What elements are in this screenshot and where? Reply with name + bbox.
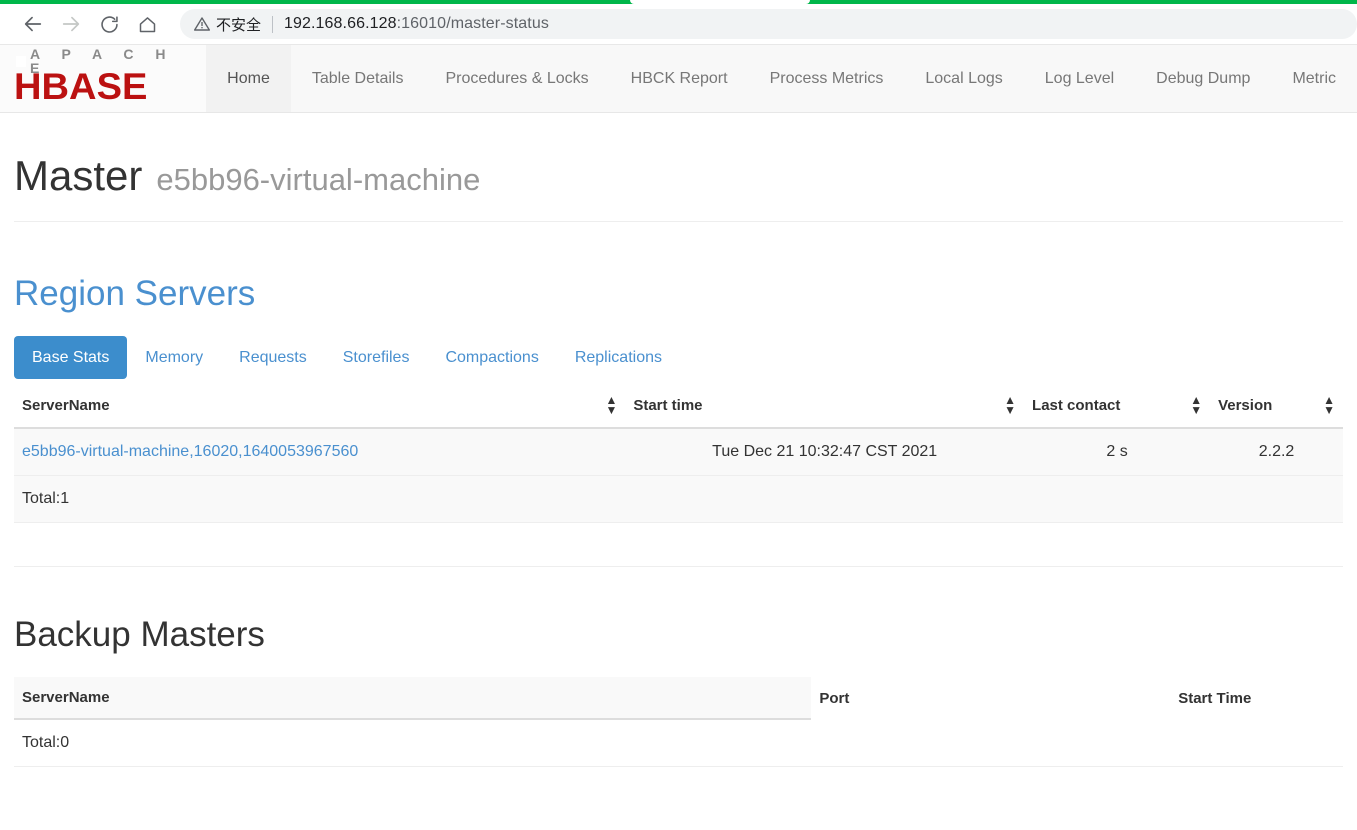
address-bar[interactable]: 不安全 192.168.66.128:16010/master-status <box>180 9 1357 39</box>
nav-item-table-details[interactable]: Table Details <box>291 45 425 112</box>
table-header-row: ServerName Port Start Time <box>14 677 1343 720</box>
master-hostname: e5bb96-virtual-machine <box>156 162 481 197</box>
backup-masters-table-body: Total:0 <box>14 719 1343 767</box>
region-servers-total-row: Total:1 <box>14 475 1343 523</box>
url-host: 192.168.66.128 <box>284 15 397 32</box>
region-servers-table-head: ServerName ▲ ▼ Start time ▲ ▼ Last contact… <box>14 383 1343 429</box>
page-title: Master <box>14 152 143 199</box>
hbase-navbar: A P A C H E HBASE Home Table Details Pro… <box>0 45 1357 113</box>
sort-updown-icon[interactable]: ▲ ▼ <box>605 394 617 416</box>
total-filler-2 <box>1024 475 1211 523</box>
back-button[interactable] <box>14 9 52 39</box>
region-servers-table-body: e5bb96-virtual-machine,16020,16400539675… <box>14 428 1343 523</box>
arrow-right-icon <box>62 16 80 32</box>
home-icon <box>139 16 155 32</box>
forward-button[interactable] <box>52 9 90 39</box>
hbase-wordmark: HBASE <box>14 66 148 107</box>
omnibox-divider <box>272 15 274 33</box>
backup-masters-total: Total:0 <box>14 719 812 767</box>
region-servers-total: Total:1 <box>14 475 626 523</box>
backup-masters-heading: Backup Masters <box>14 615 265 654</box>
region-servers-section-divider <box>14 523 1343 567</box>
nav-item-debug-dump[interactable]: Debug Dump <box>1135 45 1271 112</box>
master-header: Master e5bb96-virtual-machine <box>14 113 1343 222</box>
url-text: 192.168.66.128:16010/master-status <box>284 15 549 33</box>
security-status-label: 不安全 <box>216 16 262 34</box>
nav-item-metrics-dump[interactable]: Metric <box>1271 45 1357 112</box>
sort-updown-icon[interactable]: ▲ ▼ <box>1004 394 1016 416</box>
region-servers-table: ServerName ▲ ▼ Start time ▲ ▼ Last contact… <box>14 383 1343 523</box>
tab-replications[interactable]: Replications <box>557 336 680 379</box>
col-last-contact[interactable]: Last contact ▲ ▼ <box>1024 383 1211 429</box>
warning-triangle-icon <box>194 16 210 32</box>
tab-requests[interactable]: Requests <box>221 336 325 379</box>
region-server-link[interactable]: e5bb96-virtual-machine,16020,16400539675… <box>22 443 358 460</box>
tab-base-stats[interactable]: Base Stats <box>14 336 128 379</box>
nav-item-log-level[interactable]: Log Level <box>1024 45 1135 112</box>
total-filler-3 <box>1210 475 1343 523</box>
bm-total-filler-2 <box>1170 719 1343 767</box>
browser-tabstrip-accent <box>0 0 1357 4</box>
table-row: e5bb96-virtual-machine,16020,16400539675… <box>14 428 1343 476</box>
col-start-time[interactable]: Start time ▲ ▼ <box>625 383 1025 429</box>
col-version-label: Version <box>1218 396 1273 414</box>
backup-masters-top-spacer <box>14 567 1343 615</box>
col-start-time-label: Start time <box>633 396 703 414</box>
total-filler-1 <box>625 475 1025 523</box>
browser-tab-gap <box>630 0 810 4</box>
backup-masters-table-head: ServerName Port Start Time <box>14 677 1343 720</box>
region-servers-tabs: Base Stats Memory Requests Storefiles Co… <box>14 336 1343 379</box>
bm-total-filler-1 <box>811 719 1171 767</box>
col-version[interactable]: Version ▲ ▼ <box>1210 383 1343 429</box>
tab-memory[interactable]: Memory <box>127 336 221 379</box>
tab-storefiles[interactable]: Storefiles <box>325 336 428 379</box>
sort-updown-icon[interactable]: ▲ ▼ <box>1190 394 1202 416</box>
page-content: Master e5bb96-virtual-machine Region Ser… <box>0 113 1357 767</box>
region-servers-heading: Region Servers <box>14 274 256 313</box>
sort-updown-icon[interactable]: ▲ ▼ <box>1323 394 1335 416</box>
url-path: /master-status <box>446 15 549 32</box>
cell-version: 2.2.2 <box>1210 428 1343 476</box>
arrow-left-icon <box>24 16 42 32</box>
nav-item-process-metrics[interactable]: Process Metrics <box>749 45 905 112</box>
hbase-nav-links: Home Table Details Procedures & Locks HB… <box>206 45 1357 112</box>
backup-masters-total-row: Total:0 <box>14 719 1343 767</box>
reload-icon <box>100 15 118 33</box>
cell-start-time: Tue Dec 21 10:32:47 CST 2021 <box>625 428 1025 476</box>
col-server-name[interactable]: ServerName ▲ ▼ <box>14 383 626 429</box>
col-bm-server-name: ServerName <box>14 677 812 720</box>
browser-toolbar: 不安全 192.168.66.128:16010/master-status <box>0 4 1357 45</box>
nav-item-home[interactable]: Home <box>206 45 291 112</box>
nav-item-procedures-locks[interactable]: Procedures & Locks <box>424 45 609 112</box>
col-bm-start-time: Start Time <box>1170 677 1343 719</box>
url-port: :16010 <box>396 15 447 32</box>
tab-compactions[interactable]: Compactions <box>427 336 556 379</box>
reload-button[interactable] <box>90 9 128 39</box>
col-bm-port: Port <box>811 677 1171 719</box>
table-header-row: ServerName ▲ ▼ Start time ▲ ▼ Last contact… <box>14 383 1343 429</box>
nav-item-hbck-report[interactable]: HBCK Report <box>610 45 749 112</box>
backup-masters-table: ServerName Port Start Time Total:0 <box>14 677 1343 767</box>
hbase-logo[interactable]: A P A C H E HBASE <box>0 45 207 112</box>
col-last-contact-label: Last contact <box>1032 396 1121 414</box>
col-server-name-label: ServerName <box>22 396 110 414</box>
nav-item-local-logs[interactable]: Local Logs <box>904 45 1023 112</box>
cell-server-name: e5bb96-virtual-machine,16020,16400539675… <box>14 428 626 476</box>
home-button[interactable] <box>128 9 166 39</box>
cell-last-contact: 2 s <box>1024 428 1211 476</box>
apache-feather-mark <box>16 55 27 67</box>
